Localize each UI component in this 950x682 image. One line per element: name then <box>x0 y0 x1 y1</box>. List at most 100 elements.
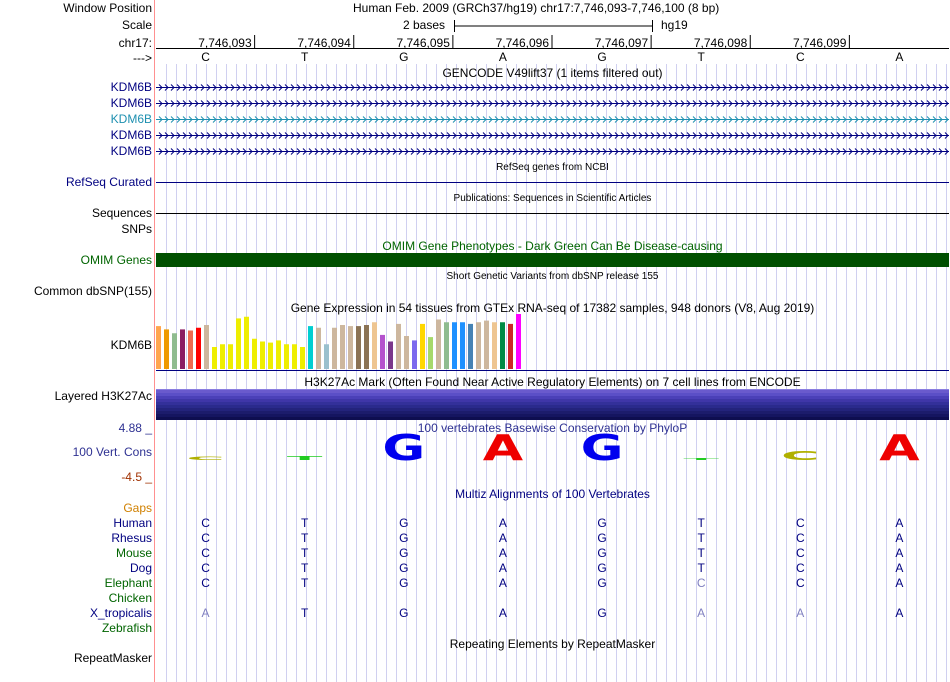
multiz-base: C <box>795 531 805 545</box>
chrom-label: chr17: <box>118 36 152 50</box>
repeatmasker-title[interactable]: Repeating Elements by RepeatMasker <box>156 637 949 651</box>
gtex-bar <box>220 344 225 369</box>
multiz-base: T <box>301 561 309 575</box>
multiz-species-label[interactable]: Elephant <box>105 576 152 590</box>
multiz-base: G <box>597 561 607 575</box>
multiz-base: C <box>696 576 706 590</box>
multiz-species-label[interactable]: Chicken <box>109 591 152 605</box>
refseq-label[interactable]: RefSeq Curated <box>66 175 152 189</box>
multiz-base: A <box>895 531 904 545</box>
gtex-bar <box>460 322 465 369</box>
h3k27ac-stripe <box>156 393 949 396</box>
gencode-gene-label[interactable]: KDM6B <box>111 80 152 94</box>
multiz-base: T <box>301 606 309 620</box>
multiz-base: A <box>895 576 904 590</box>
conservation-title[interactable]: 100 vertebrates Basewise Conservation by… <box>156 421 949 435</box>
gtex-bar <box>428 337 433 369</box>
ruler-base: C <box>795 50 805 64</box>
conservation-ymin: -4.5 _ <box>121 470 152 484</box>
ruler-base: C <box>201 50 210 64</box>
multiz-base: A <box>201 606 210 620</box>
gtex-bar <box>476 322 481 369</box>
gtex-bar <box>180 329 185 369</box>
multiz-base: C <box>795 516 805 530</box>
gtex-bar <box>284 344 289 369</box>
refseq-title[interactable]: RefSeq genes from NCBI <box>156 161 949 175</box>
gtex-bar <box>188 330 193 369</box>
gtex-bar <box>484 320 489 369</box>
gtex-bar <box>436 319 441 369</box>
multiz-species-label[interactable]: X_tropicalis <box>90 606 152 620</box>
ruler-position: 7,746,096 <box>495 36 549 50</box>
ruler-position: 7,746,098 <box>693 36 748 50</box>
gtex-bar <box>308 326 313 369</box>
dbsnp-label[interactable]: Common dbSNP(155) <box>34 284 152 298</box>
h3k27ac-stripe <box>156 390 949 393</box>
ruler-position: 7,746,095 <box>396 36 450 50</box>
gtex-label[interactable]: KDM6B <box>111 338 152 352</box>
h3k27ac-label[interactable]: Layered H3K27Ac <box>55 389 152 403</box>
multiz-base: G <box>399 606 409 620</box>
gtex-bar <box>468 323 473 369</box>
multiz-base: A <box>697 606 706 620</box>
multiz-gaps-label[interactable]: Gaps <box>123 501 152 515</box>
gtex-bar <box>156 326 161 369</box>
h3k27ac-title[interactable]: H3K27Ac Mark (Often Found Near Active Re… <box>156 375 949 389</box>
gencode-gene-label[interactable]: KDM6B <box>111 128 152 142</box>
multiz-species-label[interactable]: Human <box>113 516 152 530</box>
h3k27ac-stripe <box>156 411 949 414</box>
conservation-label[interactable]: 100 Vert. Cons <box>73 445 152 459</box>
gencode-gene-label[interactable]: KDM6B <box>111 144 152 158</box>
multiz-base: A <box>498 561 507 575</box>
ruler-base: A <box>895 50 904 64</box>
multiz-base: C <box>795 576 805 590</box>
ruler-base: T <box>697 50 705 64</box>
conservation-letter: T <box>287 455 324 461</box>
omim-label[interactable]: OMIM Genes <box>81 253 152 267</box>
gtex-bar <box>244 316 249 369</box>
ruler-position: 7,746,099 <box>792 36 847 50</box>
gtex-title[interactable]: Gene Expression in 54 tissues from GTEx … <box>156 301 949 315</box>
multiz-base: C <box>795 561 805 575</box>
gtex-bar <box>372 322 377 369</box>
dbsnp-title[interactable]: Short Genetic Variants from dbSNP releas… <box>156 270 949 284</box>
gtex-bar <box>380 334 385 369</box>
multiz-base: G <box>597 516 607 530</box>
multiz-base: C <box>795 546 805 560</box>
omim-title[interactable]: OMIM Gene Phenotypes - Dark Green Can Be… <box>156 239 949 253</box>
multiz-base: T <box>301 516 309 530</box>
multiz-base: A <box>895 606 904 620</box>
h3k27ac-stripe <box>156 405 949 408</box>
multiz-base: C <box>201 576 210 590</box>
gencode-gene-label[interactable]: KDM6B <box>111 96 152 110</box>
multiz-species-label[interactable]: Rhesus <box>111 531 152 545</box>
multiz-base: G <box>597 531 607 545</box>
multiz-species-label[interactable]: Mouse <box>116 546 152 560</box>
multiz-base: T <box>301 531 309 545</box>
repeatmasker-label[interactable]: RepeatMasker <box>74 651 152 665</box>
gtex-bar <box>348 326 353 369</box>
publications-label[interactable]: Sequences <box>92 206 152 220</box>
snps-label[interactable]: SNPs <box>121 222 152 236</box>
multiz-base: C <box>201 516 210 530</box>
multiz-title[interactable]: Multiz Alignments of 100 Vertebrates <box>156 487 949 501</box>
conservation-letter-glyph: C <box>186 456 224 461</box>
multiz-species-label[interactable]: Dog <box>130 561 152 575</box>
multiz-species-label[interactable]: Zebrafish <box>102 621 152 635</box>
multiz-base: C <box>201 561 210 575</box>
gencode-title[interactable]: GENCODE V49lift37 (1 items filtered out) <box>156 66 949 80</box>
gtex-bar <box>492 322 497 369</box>
gtex-bar <box>420 323 425 369</box>
gtex-bar <box>404 336 409 369</box>
ruler-position: 7,746,097 <box>594 36 649 50</box>
multiz-base: A <box>498 606 507 620</box>
multiz-base: T <box>697 531 705 545</box>
ruler-base: A <box>498 50 507 64</box>
conservation-letter-glyph: T <box>287 455 324 461</box>
gencode-gene-label[interactable]: KDM6B <box>111 112 152 126</box>
publications-title[interactable]: Publications: Sequences in Scientific Ar… <box>156 192 949 206</box>
scale-value: 2 bases <box>403 18 446 32</box>
ruler-base: T <box>301 50 309 64</box>
h3k27ac-stripe <box>156 408 949 411</box>
gtex-bar <box>236 318 241 369</box>
